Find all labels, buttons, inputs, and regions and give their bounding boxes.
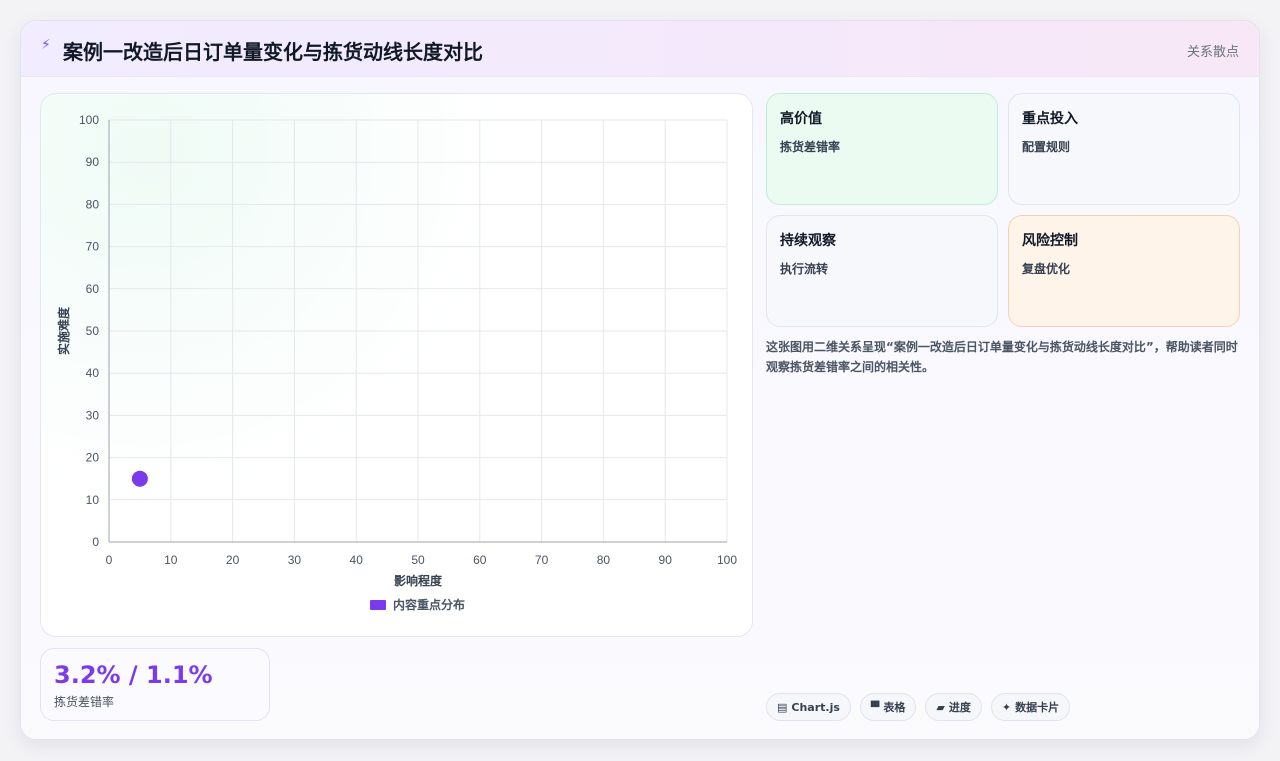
y-tick-label: 50 [86, 324, 100, 338]
legend-label: 内容重点分布 [393, 597, 465, 612]
quadrant-title: 风险控制 [1022, 233, 1078, 249]
chip-data-card[interactable]: ✦ 数据卡片 [990, 693, 1071, 721]
y-tick-label: 90 [86, 155, 100, 169]
page-title: 案例一改造后日订单量变化与拣货动线长度对比 [63, 40, 483, 64]
chart-panel: 0 10 20 30 40 50 60 70 80 90 100 0 10 20 30 40 50 60 70 80 9… [40, 93, 753, 637]
quadrant-title: 重点投入 [1022, 111, 1078, 127]
header-bar: ⚡ 案例一改造后日订单量变化与拣货动线长度对比 关系散点 [21, 21, 1259, 77]
x-tick-label: 20 [226, 553, 240, 567]
progress-icon: ▰ [936, 700, 945, 714]
chip-label: Chart.js [791, 700, 840, 714]
x-tick-label: 50 [411, 553, 425, 567]
scatter-chart: 0 10 20 30 40 50 60 70 80 90 100 0 10 20 30 40 50 60 70 80 9… [56, 113, 737, 612]
x-axis-title: 影响程度 [394, 573, 443, 588]
y-tick-label: 100 [79, 113, 99, 127]
chip-label: 数据卡片 [1015, 701, 1060, 714]
x-tick-label: 80 [597, 553, 611, 567]
x-tick-label: 100 [717, 553, 737, 567]
chip-chartjs[interactable]: ▤ Chart.js [766, 693, 851, 721]
bolt-icon: ⚡ [41, 37, 51, 53]
quadrant-subtitle: 执行流转 [780, 262, 829, 276]
y-tick-label: 70 [86, 240, 100, 254]
y-tick-label: 10 [86, 493, 100, 507]
quadrant-risk-control: 风险控制 复盘优化 [1008, 215, 1240, 327]
chart-type-tag: 关系散点 [1186, 45, 1239, 60]
quadrant-high-value: 高价值 拣货差错率 [766, 93, 998, 205]
table-icon: ▀ [870, 700, 880, 714]
quadrant-observe: 持续观察 执行流转 [766, 215, 998, 327]
legend-swatch [370, 600, 386, 610]
chip-table[interactable]: ▀ 表格 [859, 693, 917, 721]
y-tick-label: 60 [86, 282, 100, 296]
y-tick-label: 80 [86, 197, 100, 211]
quadrant-subtitle: 配置规则 [1022, 140, 1071, 154]
y-tick-label: 40 [86, 366, 100, 380]
sparkle-icon: ✦ [1001, 700, 1012, 714]
quadrant-title: 高价值 [780, 111, 822, 127]
quadrant-subtitle: 复盘优化 [1022, 262, 1071, 276]
y-axis-title: 实施难度 [56, 306, 71, 355]
chart-description: 这张图用二维关系呈现“案例一改造后日订单量变化与拣货动线长度对比”，帮助读者同时… [766, 340, 1238, 374]
quadrant-key-investment: 重点投入 配置规则 [1008, 93, 1240, 205]
chip-label: 表格 [883, 701, 906, 714]
data-point [131, 470, 148, 487]
y-tick-label: 20 [86, 451, 100, 465]
feature-chips: ▤ Chart.js ▀ 表格 ▰ 进度 ✦ 数据卡片 [766, 693, 1071, 721]
x-tick-label: 60 [473, 553, 487, 567]
x-tick-label: 70 [535, 553, 549, 567]
x-tick-label: 30 [288, 553, 302, 567]
x-tick-label: 0 [106, 553, 113, 567]
stat-card: 3.2% / 1.1% 拣货差错率 [40, 648, 270, 721]
stat-label: 拣货差错率 [54, 695, 115, 709]
chip-label: 进度 [948, 701, 971, 714]
quadrant-subtitle: 拣货差错率 [780, 140, 841, 154]
y-tick-label: 30 [86, 408, 100, 422]
chip-progress[interactable]: ▰ 进度 [925, 693, 982, 721]
chart-icon: ▤ [777, 700, 788, 714]
stat-value: 3.2% / 1.1% [54, 661, 213, 689]
x-tick-label: 10 [164, 553, 178, 567]
main-card: ⚡ 案例一改造后日订单量变化与拣货动线长度对比 关系散点 0 10 20 30 40 50… [20, 20, 1260, 740]
y-tick-label: 0 [92, 535, 99, 549]
quadrant-title: 持续观察 [780, 233, 836, 249]
x-tick-label: 40 [350, 553, 364, 567]
x-tick-label: 90 [659, 553, 673, 567]
